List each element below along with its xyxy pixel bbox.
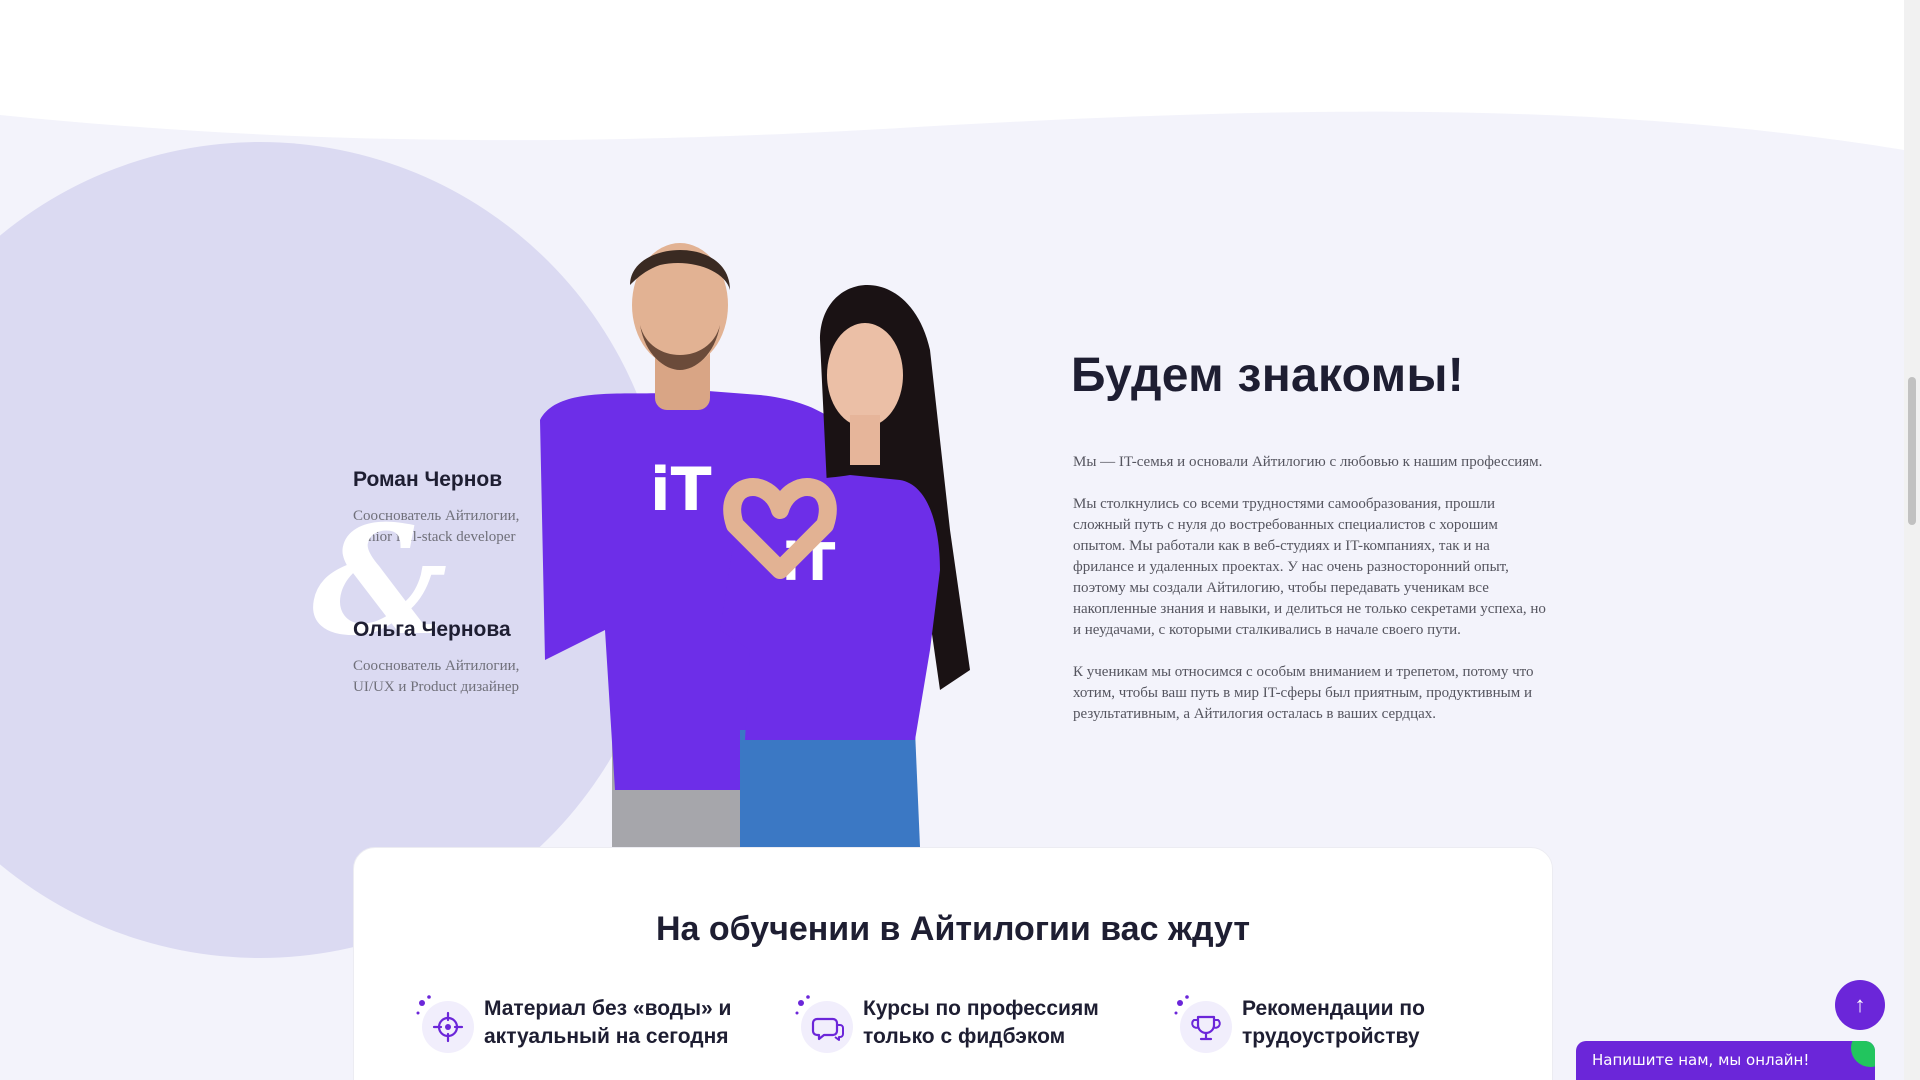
benefit-label: Рекомендации по трудоустройству (1242, 997, 1425, 1048)
benefit-item: Материал без «воды» и актуальный на сего… (414, 993, 731, 1053)
benefit-item: Курсы по профессиям только с фидбэком (793, 993, 1099, 1053)
about-paragraph: Мы столкнулись со всеми трудностями само… (1073, 496, 1546, 638)
target-icon (414, 993, 474, 1053)
chat-widget[interactable]: Напишите нам, мы онлайн! (1576, 1041, 1875, 1080)
scrollbar-thumb[interactable] (1908, 377, 1916, 525)
shirt-logo: iT (650, 455, 712, 525)
page: Роман Чернов Сооснователь Айтилогии, Sen… (0, 0, 1904, 1080)
about-title: Будем знакомы! (1071, 349, 1465, 402)
benefits-title: На обучении в Айтилогии вас ждут (655, 910, 1251, 948)
founder-role: Сооснователь Айтилогии, UI/UX и Product … (353, 658, 520, 695)
founder-name: Роман Чернов (353, 468, 503, 491)
trophy-icon (1172, 993, 1232, 1053)
about-paragraph: Мы — IT-семья и основали Айтилогию с люб… (1073, 454, 1543, 470)
benefit-item: Рекомендации по трудоустройству (1172, 993, 1425, 1053)
founder-olga: Ольга Чернова Сооснователь Айтилогии, UI… (353, 618, 519, 698)
scroll-to-top-button[interactable]: ↑ (1835, 980, 1885, 1030)
chat-widget-label: Напишите нам, мы онлайн! (1592, 1051, 1810, 1069)
online-status-indicator (1851, 1041, 1875, 1067)
benefit-label: Материал без «воды» и актуальный на сего… (484, 997, 732, 1048)
chat-bubbles-icon (793, 993, 853, 1053)
founders-photo: iT iT (540, 243, 970, 847)
about-paragraph: К ученикам мы относимся с особым внимани… (1073, 664, 1534, 722)
founder-name: Ольга Чернова (353, 618, 511, 641)
arrow-up-icon: ↑ (1854, 992, 1866, 1017)
benefit-label: Курсы по профессиям только с фидбэком (863, 997, 1099, 1048)
about-text: Мы — IT-семья и основали Айтилогию с люб… (1073, 452, 1553, 746)
benefits-card: На обучении в Айтилогии вас ждут Материа… (353, 847, 1553, 1080)
page-scrollbar[interactable] (1904, 0, 1920, 1080)
